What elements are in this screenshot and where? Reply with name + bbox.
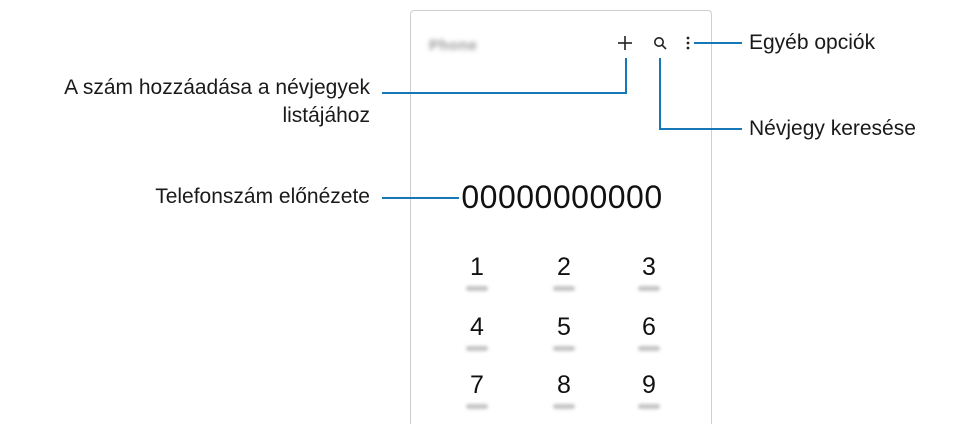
key-digit: 2 [557, 253, 571, 281]
key-sublabel [466, 346, 488, 351]
app-title: Phone [429, 37, 478, 54]
callout-line-search-horizontal [659, 128, 742, 130]
callout-line-more-options [694, 42, 742, 44]
key-digit: 7 [470, 371, 484, 399]
key-digit: 1 [470, 253, 484, 281]
key-6[interactable]: 6 [624, 313, 674, 351]
key-sublabel [553, 404, 575, 409]
key-sublabel [553, 346, 575, 351]
key-sublabel [553, 286, 575, 291]
callout-line-number-preview [382, 197, 459, 199]
key-sublabel [466, 286, 488, 291]
callout-line-search-vertical [659, 58, 661, 130]
callout-add-to-contacts: A szám hozzáadása a névjegyek listájához [64, 74, 370, 130]
key-digit: 3 [642, 253, 656, 281]
key-5[interactable]: 5 [539, 313, 589, 351]
key-3[interactable]: 3 [624, 253, 674, 291]
key-digit: 6 [642, 313, 656, 341]
phone-screen: Phone 00000000000 1 2 3 4 5 6 7 8 9 [410, 10, 712, 424]
callout-more-options: Egyéb opciók [749, 31, 876, 54]
key-9[interactable]: 9 [624, 371, 674, 409]
callout-number-preview: Telefonszám előnézete [155, 185, 370, 208]
key-digit: 9 [642, 371, 656, 399]
search-icon[interactable] [653, 36, 667, 50]
key-digit: 5 [557, 313, 571, 341]
key-1[interactable]: 1 [452, 253, 502, 291]
key-sublabel [638, 286, 660, 291]
callout-search-contacts: Névjegy keresése [749, 117, 916, 140]
plus-icon[interactable] [617, 35, 633, 51]
callout-add-to-contacts-line2: listájához [282, 104, 370, 127]
key-8[interactable]: 8 [539, 371, 589, 409]
callout-line-add-contacts-horizontal [382, 92, 627, 94]
key-7[interactable]: 7 [452, 371, 502, 409]
callout-add-to-contacts-line1: A szám hozzáadása a névjegyek [64, 76, 370, 99]
key-sublabel [638, 346, 660, 351]
more-options-icon[interactable] [685, 35, 691, 51]
key-sublabel [638, 404, 660, 409]
key-2[interactable]: 2 [539, 253, 589, 291]
key-sublabel [466, 404, 488, 409]
key-digit: 4 [470, 313, 484, 341]
callout-line-add-contacts-vertical [625, 58, 627, 94]
key-digit: 8 [557, 371, 571, 399]
key-4[interactable]: 4 [452, 313, 502, 351]
